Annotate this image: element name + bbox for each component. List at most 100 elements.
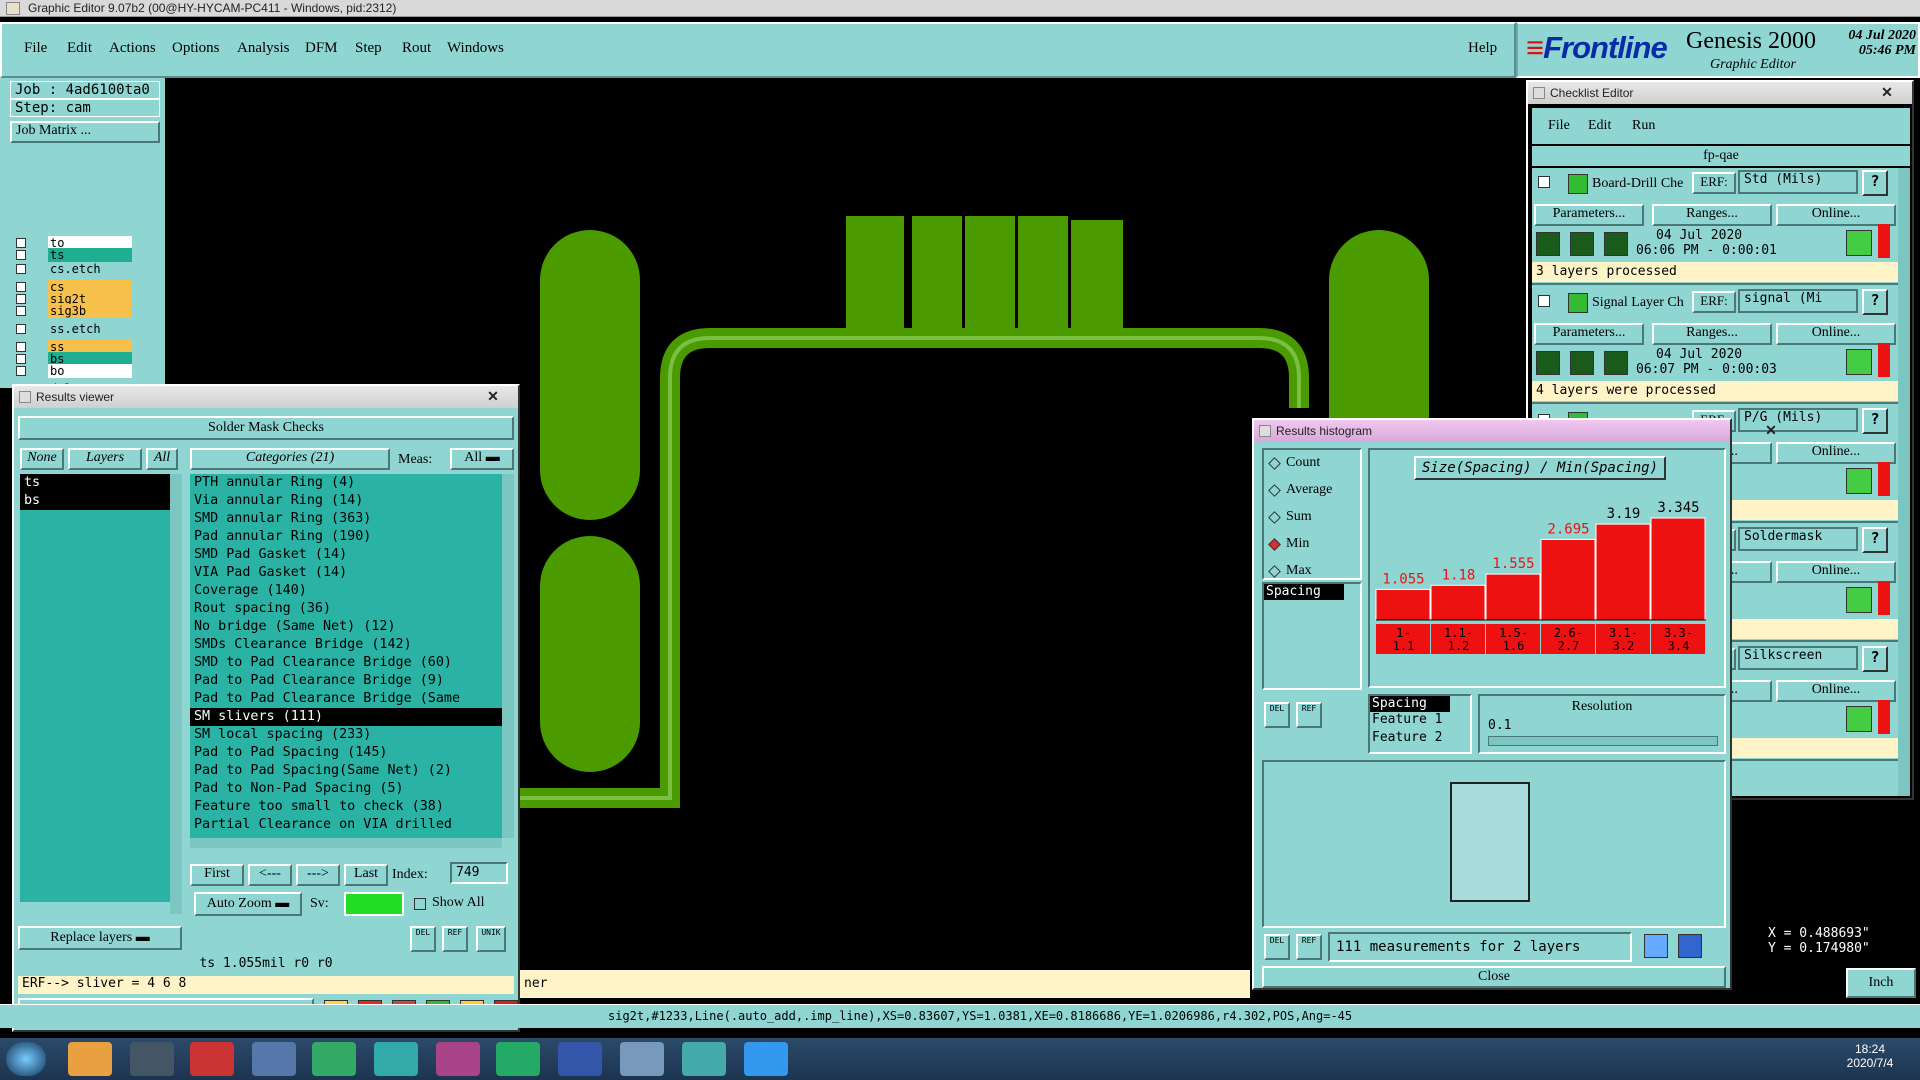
run-icon[interactable] — [1604, 232, 1628, 256]
category-list[interactable]: PTH annular Ring (4) Via annular Ring (14… — [190, 474, 502, 838]
mode-radio-count[interactable]: Count — [1264, 450, 1360, 477]
menu-step[interactable]: Step — [355, 40, 382, 57]
category-item[interactable]: Feature too small to check (38) — [190, 798, 502, 816]
taskbar-app-1[interactable] — [68, 1042, 112, 1076]
category-item[interactable]: VIA Pad Gasket (14) — [190, 564, 502, 582]
layer-row[interactable]: sig3b — [14, 304, 132, 318]
category-item[interactable]: Pad to Pad Clearance Bridge (Same — [190, 690, 502, 708]
layers-button[interactable]: Layers — [68, 448, 142, 470]
online-button[interactable]: Online... — [1776, 680, 1896, 702]
taskbar-excel[interactable] — [496, 1042, 540, 1076]
help-icon[interactable]: ? — [1862, 646, 1888, 672]
checklist-menu-edit[interactable]: Edit — [1588, 118, 1611, 134]
ref-button[interactable]: REF — [442, 926, 468, 952]
hist-del-button-2[interactable]: DEL — [1264, 934, 1290, 960]
online-button[interactable]: Online... — [1776, 442, 1896, 464]
close-icon[interactable]: ✕ — [1752, 422, 1790, 439]
run-icon[interactable] — [1604, 351, 1628, 375]
histogram-bar[interactable] — [1595, 523, 1651, 621]
layer-name[interactable]: bo — [48, 364, 132, 378]
layer-checkbox[interactable] — [16, 238, 26, 248]
category-item[interactable]: SMD annular Ring (363) — [190, 510, 502, 528]
ranges-button[interactable]: Ranges... — [1652, 323, 1772, 345]
menu-options[interactable]: Options — [172, 40, 220, 57]
histogram-bar[interactable] — [1540, 538, 1596, 621]
layer-row[interactable]: cs.etch — [14, 262, 132, 276]
checklist-item-checkbox[interactable] — [1538, 176, 1550, 188]
histogram-bar[interactable] — [1485, 573, 1541, 621]
layer-checkbox[interactable] — [16, 306, 26, 316]
start-button[interactable] — [6, 1042, 46, 1076]
menu-analysis[interactable]: Analysis — [237, 40, 290, 57]
unik-button[interactable]: UNIK — [476, 926, 506, 952]
category-item[interactable]: Pad to Non-Pad Spacing (5) — [190, 780, 502, 798]
category-item[interactable]: Partial Clearance on VIA drilled — [190, 816, 502, 834]
layer-checkbox[interactable] — [16, 294, 26, 304]
category-item[interactable]: SMD Pad Gasket (14) — [190, 546, 502, 564]
category-item[interactable]: Pad to Pad Spacing(Same Net) (2) — [190, 762, 502, 780]
feature-attr-1[interactable]: Feature 1 — [1370, 712, 1470, 730]
menu-actions[interactable]: Actions — [109, 40, 156, 57]
layer-name[interactable]: cs.etch — [48, 262, 132, 276]
meas-dropdown[interactable]: All ▬ — [450, 448, 514, 470]
category-item[interactable]: SMD to Pad Clearance Bridge (60) — [190, 654, 502, 672]
show-all-checkbox[interactable] — [414, 898, 426, 910]
hist-close-button[interactable]: Close — [1262, 966, 1726, 988]
attribute-selected[interactable]: Spacing — [1264, 584, 1344, 600]
hist-ref-button-2[interactable]: REF — [1296, 934, 1322, 960]
all-button[interactable]: All — [146, 448, 178, 470]
checklist-menu-file[interactable]: File — [1548, 118, 1570, 134]
parameters-button[interactable]: Parameters... — [1534, 204, 1644, 226]
none-button[interactable]: None — [20, 448, 64, 470]
close-icon[interactable]: ✕ — [1868, 84, 1906, 101]
mode-radio-sum[interactable]: Sum — [1264, 504, 1360, 531]
hist-del-button[interactable]: DEL — [1264, 702, 1290, 728]
category-item[interactable]: Rout spacing (36) — [190, 600, 502, 618]
layer-checkbox[interactable] — [16, 366, 26, 376]
taskbar-app-7[interactable] — [436, 1042, 480, 1076]
category-item[interactable]: SM local spacing (233) — [190, 726, 502, 744]
layer-row[interactable]: bo — [14, 364, 132, 378]
taskbar-app-11[interactable] — [682, 1042, 726, 1076]
checklist-erf-value[interactable]: Silkscreen — [1738, 646, 1858, 670]
attribute-list[interactable]: Spacing — [1262, 582, 1362, 690]
categories-button[interactable]: Categories (21) — [190, 448, 390, 470]
category-item[interactable]: Coverage (140) — [190, 582, 502, 600]
index-field[interactable]: 749 — [450, 862, 508, 884]
parameters-button[interactable]: Parameters... — [1534, 323, 1644, 345]
zoom-icon[interactable] — [1846, 349, 1872, 375]
checklist-scrollbar[interactable] — [1898, 168, 1910, 796]
layer-checkbox[interactable] — [16, 342, 26, 352]
layer-result-list[interactable]: ts bs — [20, 474, 170, 902]
run-icon[interactable] — [1536, 232, 1560, 256]
last-button[interactable]: Last — [344, 864, 388, 886]
layer-checkbox[interactable] — [16, 324, 26, 334]
online-button[interactable]: Online... — [1776, 323, 1896, 345]
feature-attr-2[interactable]: Feature 2 — [1370, 730, 1470, 748]
online-button[interactable]: Online... — [1776, 561, 1896, 583]
zoom-icon[interactable] — [1846, 230, 1872, 256]
help-icon[interactable]: ? — [1862, 527, 1888, 553]
layer-name[interactable]: ts — [48, 248, 132, 262]
layer-checkbox[interactable] — [16, 264, 26, 274]
zoom-icon[interactable] — [1846, 587, 1872, 613]
zoom-icon[interactable] — [1846, 706, 1872, 732]
taskbar-app-3[interactable] — [190, 1042, 234, 1076]
resolution-slider[interactable] — [1488, 736, 1718, 746]
layer-checkbox[interactable] — [16, 282, 26, 292]
online-button[interactable]: Online... — [1776, 204, 1896, 226]
layer-result-item[interactable]: ts — [20, 474, 170, 492]
feature-attribute-list[interactable]: Spacing Feature 1 Feature 2 — [1368, 694, 1472, 754]
del-button[interactable]: DEL — [410, 926, 436, 952]
category-scrollbar[interactable] — [502, 474, 514, 838]
hist-ref-button[interactable]: REF — [1296, 702, 1322, 728]
sv-color-dropdown[interactable] — [344, 892, 404, 916]
layer-name[interactable]: ss.etch — [48, 322, 132, 336]
histogram-bar[interactable] — [1430, 584, 1486, 621]
mode-radio-max[interactable]: Max — [1264, 558, 1360, 585]
category-item[interactable]: Pad to Pad Spacing (145) — [190, 744, 502, 762]
checklist-menu-run[interactable]: Run — [1632, 118, 1655, 134]
hist-tool-icon-1[interactable] — [1644, 934, 1668, 958]
category-item[interactable]: Via annular Ring (14) — [190, 492, 502, 510]
feature-attr-spacing[interactable]: Spacing — [1370, 696, 1450, 712]
